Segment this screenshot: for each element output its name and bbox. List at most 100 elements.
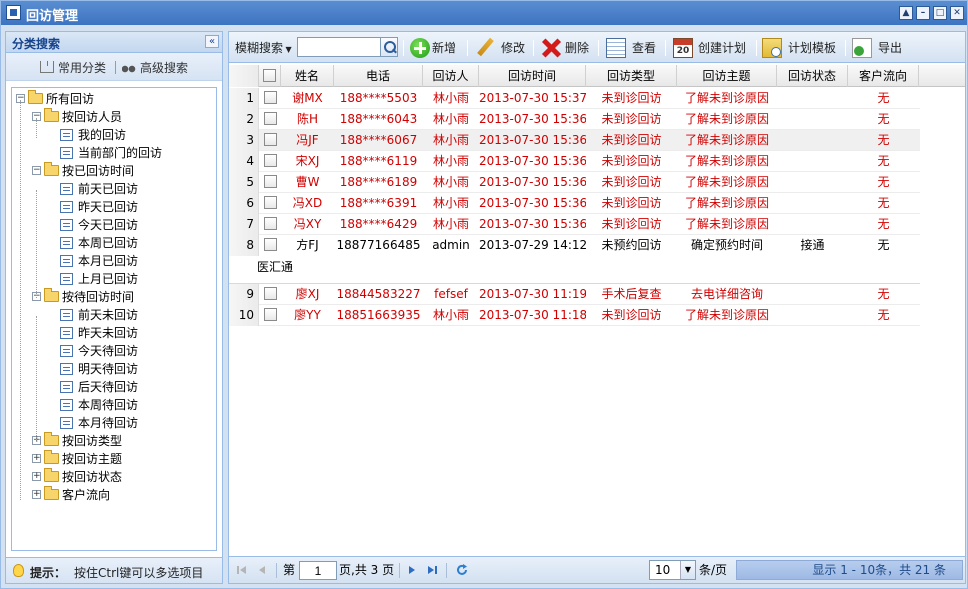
table-row[interactable]: 1 谢MX 188****5503 林小雨 2013-07-30 15:37 未到诊回访 了… [229,88,920,109]
expand-icon[interactable]: + [32,490,41,499]
search-button[interactable] [380,37,398,57]
tree-node[interactable]: 今天待回访 [12,342,216,360]
table-row[interactable]: 3 冯JF 188****6067 林小雨 2013-07-30 15:36 未到诊回访 了… [229,130,920,151]
tree-node[interactable]: + 按回访主题 [12,450,216,468]
edit-button[interactable]: 修改 [475,37,527,58]
table-row[interactable]: 5 曹W 188****6189 林小雨 2013-07-30 15:36 未到诊回访 了解… [229,172,920,193]
table-row[interactable]: 2 陈H 188****6043 林小雨 2013-07-30 15:36 未到诊回访 了解… [229,109,920,130]
tree-node[interactable]: 我的回访 [12,126,216,144]
row-checkbox[interactable] [263,91,277,104]
column-header[interactable]: 回访状态 [777,65,848,87]
table-row[interactable]: 8 方FJ 18877166485 admin 2013-07-29 14:12 未预约回… [229,235,920,256]
plan-template-button[interactable]: 计划模板 [762,38,840,58]
refresh-icon[interactable] [455,563,469,577]
tree-node[interactable]: − 按回访人员 [12,108,216,126]
column-header[interactable]: 回访人 [423,65,479,87]
tree-node[interactable]: 本月已回访 [12,252,216,270]
advanced-search-button[interactable]: 高级搜索 [122,59,188,76]
tree-node[interactable]: 前天未回访 [12,306,216,324]
row-checkbox[interactable] [263,287,277,300]
tree-node-label: 按回访主题 [62,452,123,466]
tree-node[interactable]: − 按已回访时间 [12,162,216,180]
common-category-button[interactable]: 常用分类 [40,59,106,76]
table-row[interactable]: 9 廖XJ 18844583227 fefsef 2013-07-30 11:19 手术后… [229,284,920,305]
table-row[interactable]: 10 廖YY 18851663935 林小雨 2013-07-30 11:18 未到诊回访… [229,305,920,326]
create-plan-button[interactable]: 20 创建计划 [673,38,751,58]
page-size-select[interactable]: 10 ▼ [649,560,696,580]
tree-node[interactable]: 昨天未回访 [12,324,216,342]
column-header[interactable]: 电话 [334,65,423,87]
expand-icon[interactable]: + [32,472,41,481]
search-input[interactable] [297,37,381,57]
close-button[interactable]: ✕ [950,6,964,20]
minimize-button[interactable]: – [916,6,930,20]
row-checkbox-cell[interactable] [259,88,281,109]
page-number-input[interactable] [299,561,337,580]
column-header[interactable]: 回访主题 [677,65,777,87]
collapse-up-icon[interactable]: ▲ [899,6,913,20]
select-all-checkbox-cell[interactable] [259,65,281,87]
column-header[interactable]: 回访类型 [586,65,677,87]
tree-node-label: 按回访类型 [62,434,123,448]
tree-node[interactable]: 明天待回访 [12,360,216,378]
cell-person: 林小雨 [432,308,469,322]
cell-time: 2013-07-29 14:12 [479,238,586,252]
prev-page-icon[interactable] [255,563,269,577]
first-page-icon[interactable] [235,563,249,577]
row-checkbox-cell[interactable] [259,284,281,305]
row-checkbox-cell[interactable] [259,305,281,326]
tree-node[interactable]: 本周待回访 [12,396,216,414]
last-page-icon[interactable] [425,563,439,577]
row-checkbox-cell[interactable] [259,172,281,193]
row-checkbox[interactable] [263,175,277,188]
column-header[interactable]: 客户流向 [848,65,919,87]
next-page-icon[interactable] [405,563,419,577]
collapse-left-icon[interactable]: « [205,35,219,48]
expand-icon[interactable]: + [32,454,41,463]
cell-type: 未到诊回访 [601,91,662,105]
tree-node[interactable]: + 客户流向 [12,486,216,504]
row-checkbox-cell[interactable] [259,214,281,235]
table-row[interactable]: 4 宋XJ 188****6119 林小雨 2013-07-30 15:36 未到诊回访 了… [229,151,920,172]
tree-node[interactable]: − 所有回访 [12,90,216,108]
row-checkbox[interactable] [263,196,277,209]
export-button[interactable]: 导出 [852,38,908,58]
tree-node[interactable]: 后天待回访 [12,378,216,396]
row-checkbox[interactable] [263,238,277,251]
view-button[interactable]: 查看 [606,38,662,58]
delete-button[interactable]: 删除 [541,38,593,58]
select-all-checkbox[interactable] [263,69,276,82]
add-button[interactable]: 新增 [410,38,462,58]
tree-node[interactable]: 昨天已回访 [12,198,216,216]
tree-node[interactable]: 上月已回访 [12,270,216,288]
table-row[interactable]: 7 冯XY 188****6429 林小雨 2013-07-30 15:36 未到诊回访 了… [229,214,920,235]
tree-node[interactable]: + 按回访类型 [12,432,216,450]
row-checkbox[interactable] [263,112,277,125]
title-bar: 回访管理 ▲ – □ ✕ [1,1,967,25]
tree-node[interactable]: 本周已回访 [12,234,216,252]
cell-topic: 了解未到诊原因 [684,175,769,189]
pager-separator [276,563,277,578]
row-checkbox[interactable] [263,154,277,167]
maximize-button[interactable]: □ [933,6,947,20]
row-checkbox[interactable] [263,217,277,230]
tree-node[interactable]: 前天已回访 [12,180,216,198]
tree-node[interactable]: 今天已回访 [12,216,216,234]
tree-node[interactable]: + 按回访状态 [12,468,216,486]
row-checkbox-cell[interactable] [259,151,281,172]
row-checkbox-cell[interactable] [259,109,281,130]
row-checkbox-cell[interactable] [259,235,281,256]
tree-node[interactable]: 当前部门的回访 [12,144,216,162]
cell-topic: 了解未到诊原因 [684,217,769,231]
column-header[interactable]: 回访时间 [479,65,586,87]
search-mode-dropdown[interactable]: 模糊搜索 ▼ [235,38,292,58]
tree-node[interactable]: − 按待回访时间 [12,288,216,306]
row-checkbox[interactable] [263,308,277,321]
row-checkbox-cell[interactable] [259,193,281,214]
table-row[interactable]: 6 冯XD 188****6391 林小雨 2013-07-30 15:36 未到诊回访 了… [229,193,920,214]
column-header[interactable]: 姓名 [281,65,334,87]
row-checkbox[interactable] [263,133,277,146]
collapse-icon[interactable]: − [32,166,41,175]
row-checkbox-cell[interactable] [259,130,281,151]
tree-node[interactable]: 本月待回访 [12,414,216,432]
